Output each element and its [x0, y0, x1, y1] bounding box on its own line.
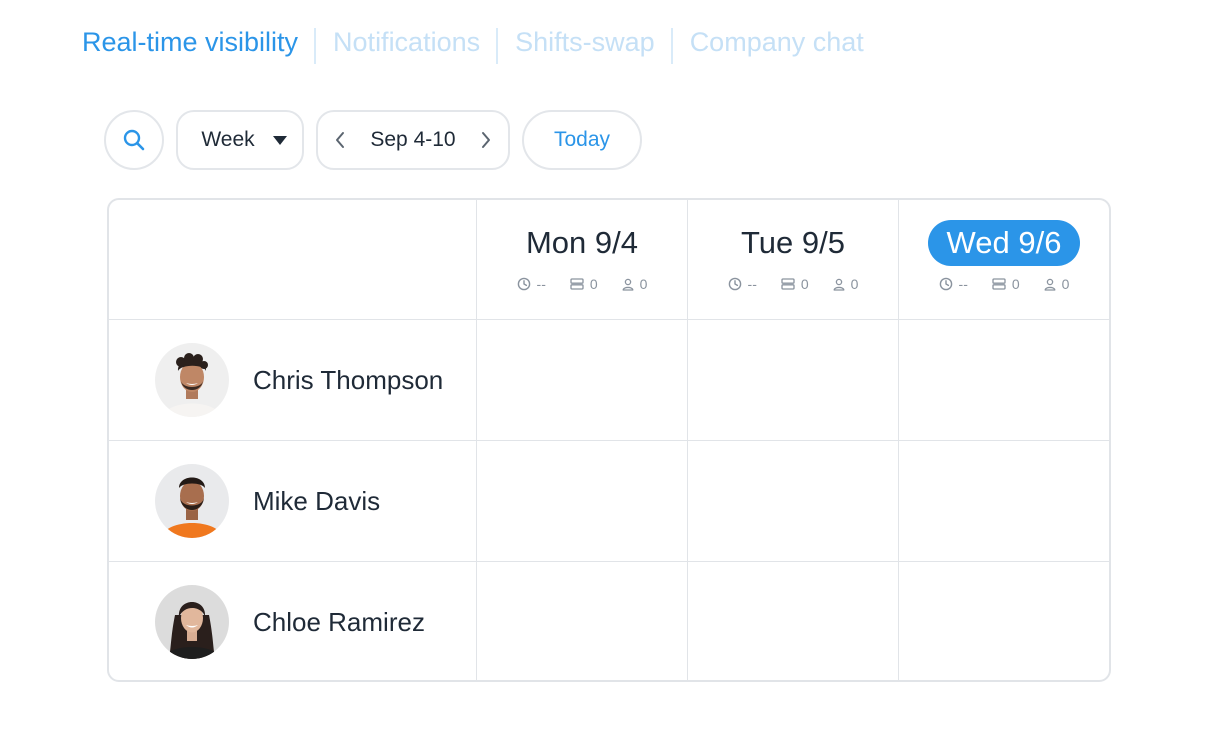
date-range-label: Sep 4-10 [370, 128, 456, 151]
shift-cell[interactable] [688, 441, 899, 562]
avatar [155, 585, 229, 659]
employee-name: Mike Davis [253, 485, 381, 516]
shifts-stat: 0 [570, 276, 598, 292]
hours-value: -- [747, 276, 757, 292]
next-week-button[interactable] [480, 131, 492, 149]
avatar [155, 343, 229, 417]
shifts-value: 0 [589, 276, 598, 292]
hours-value: -- [958, 276, 968, 292]
person-icon [1044, 278, 1056, 291]
day-stats: -- 0 0 [927, 276, 1082, 292]
people-stat: 0 [833, 276, 859, 292]
people-value: 0 [639, 276, 648, 292]
shifts-value: 0 [1011, 276, 1020, 292]
today-button[interactable]: Today [522, 110, 642, 170]
shift-cell[interactable] [688, 320, 899, 441]
hours-value: -- [536, 276, 546, 292]
employee-row-header[interactable]: Chloe Ramirez [109, 562, 477, 680]
caret-down-icon [272, 135, 287, 145]
chevron-right-icon [481, 132, 490, 148]
date-range-picker: Sep 4-10 [316, 110, 510, 170]
shifts-icon [781, 278, 795, 290]
clock-icon [728, 277, 741, 291]
chevron-left-icon [336, 132, 344, 148]
shift-cell[interactable] [899, 562, 1109, 680]
shift-cell[interactable] [899, 320, 1109, 441]
feature-tabs: Real-time visibility Notifications Shift… [82, 24, 864, 66]
employee-name: Chloe Ramirez [253, 606, 425, 637]
day-label[interactable]: Tue 9/5 [722, 220, 864, 266]
shift-cell[interactable] [899, 441, 1109, 562]
view-select[interactable]: Week [176, 110, 304, 170]
day-stats: -- 0 0 [505, 276, 660, 292]
tab-company-chat[interactable]: Company chat [690, 24, 864, 60]
tab-divider [496, 28, 499, 64]
people-value: 0 [1061, 276, 1070, 292]
schedule-toolbar: Week Sep 4-10 Today [104, 110, 642, 170]
avatar [155, 464, 229, 538]
schedule-grid: Mon 9/4 -- 0 0 Tue 9/5 -- 0 0 Wed 9/6 --… [107, 198, 1111, 682]
header-corner-cell [109, 200, 477, 320]
clock-icon [517, 277, 530, 291]
day-label-today[interactable]: Wed 9/6 [927, 220, 1081, 266]
search-icon [123, 129, 145, 151]
hours-stat: -- [517, 276, 546, 292]
tab-divider [670, 28, 673, 64]
people-stat: 0 [1044, 276, 1070, 292]
clock-icon [939, 277, 952, 291]
shifts-stat: 0 [781, 276, 809, 292]
shifts-stat: 0 [992, 276, 1020, 292]
tab-shifts-swap[interactable]: Shifts-swap [515, 24, 655, 60]
day-stats: -- 0 0 [716, 276, 871, 292]
people-value: 0 [850, 276, 859, 292]
hours-stat: -- [939, 276, 968, 292]
shift-cell[interactable] [477, 562, 688, 680]
shifts-value: 0 [800, 276, 809, 292]
day-label[interactable]: Mon 9/4 [507, 220, 657, 266]
shift-cell[interactable] [688, 562, 899, 680]
tab-notifications[interactable]: Notifications [333, 24, 480, 60]
shift-cell[interactable] [477, 441, 688, 562]
search-button[interactable] [104, 110, 164, 170]
hours-stat: -- [728, 276, 757, 292]
employee-name: Chris Thompson [253, 364, 444, 395]
tab-divider [314, 28, 317, 64]
employee-row-header[interactable]: Mike Davis [109, 441, 477, 562]
day-header-wed: Wed 9/6 -- 0 0 [899, 200, 1109, 320]
day-header-mon: Mon 9/4 -- 0 0 [477, 200, 688, 320]
day-header-tue: Tue 9/5 -- 0 0 [688, 200, 899, 320]
previous-week-button[interactable] [334, 131, 346, 149]
employee-row-header[interactable]: Chris Thompson [109, 320, 477, 441]
person-icon [833, 278, 845, 291]
shifts-icon [570, 278, 584, 290]
people-stat: 0 [622, 276, 648, 292]
shift-cell[interactable] [477, 320, 688, 441]
view-select-label: Week [201, 128, 255, 151]
tab-real-time-visibility[interactable]: Real-time visibility [82, 24, 298, 60]
person-icon [622, 278, 634, 291]
shifts-icon [992, 278, 1006, 290]
